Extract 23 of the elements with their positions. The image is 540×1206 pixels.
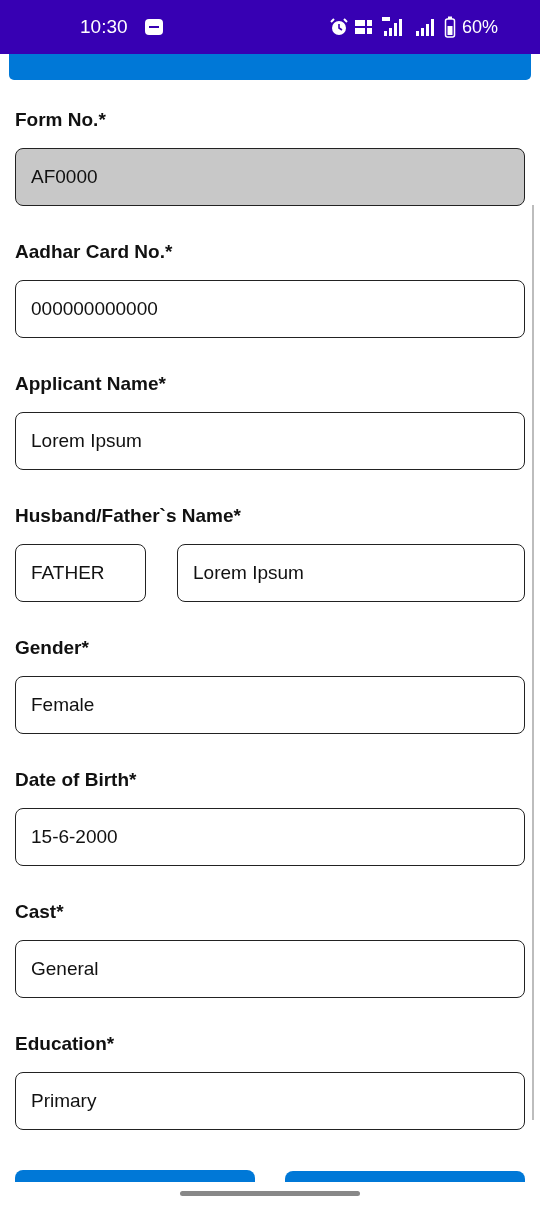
input-field[interactable]: Lorem Ipsum <box>15 412 525 470</box>
battery-icon <box>443 16 456 38</box>
field-label: Husband/Father`s Name* <box>15 504 242 528</box>
input-field[interactable]: Primary <box>15 1072 525 1130</box>
field-label: Gender* <box>15 636 90 660</box>
field-label: Aadhar Card No.* <box>15 240 174 264</box>
field-label: Date of Birth* <box>15 768 138 792</box>
alarm-icon <box>329 18 348 36</box>
title-dropdown[interactable]: FATHER <box>15 544 146 602</box>
input-field[interactable]: Female <box>15 676 525 734</box>
clock: 10:30 <box>80 16 128 38</box>
input-field[interactable]: 15-6-2000 <box>15 808 525 866</box>
gesture-bar[interactable] <box>180 1191 360 1196</box>
battery-level: 60% <box>461 16 498 38</box>
input-field[interactable]: General <box>15 940 525 998</box>
input-field[interactable]: Lorem Ipsum <box>177 544 525 602</box>
input-field: AF0000 <box>15 148 525 206</box>
input-field[interactable]: 000000000000 <box>15 280 525 338</box>
notification-icon <box>143 18 164 36</box>
field-label: Applicant Name* <box>15 372 167 396</box>
field-label: Cast* <box>15 900 65 924</box>
field-label: Education* <box>15 1032 116 1056</box>
field-label: Form No.* <box>15 108 107 132</box>
